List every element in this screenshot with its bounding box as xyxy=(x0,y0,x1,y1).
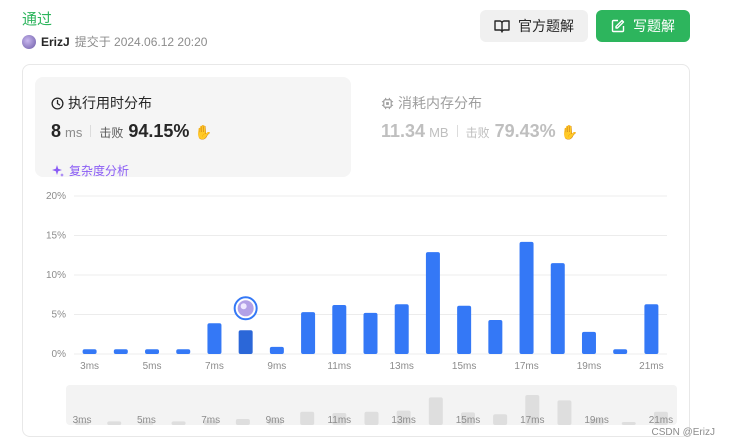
memory-unit: MB xyxy=(429,125,449,140)
runtime-panel[interactable]: 执行用时分布 8 ms 击败 94.15% ✋ 复杂度分析 xyxy=(35,77,351,179)
runtime-distribution-chart[interactable]: 20% 15% 10% 5% 0% 3ms 5ms 7ms 9ms 11ms 13ms 15ms 17m… xyxy=(22,180,677,375)
memory-stats: 11.34 MB 击败 79.43% ✋ xyxy=(381,121,578,142)
mini-bar xyxy=(364,411,379,425)
chart-bar[interactable] xyxy=(488,320,503,354)
clap-icon: ✋ xyxy=(560,124,579,140)
chart-bar[interactable] xyxy=(145,349,160,354)
chart-bar[interactable] xyxy=(207,323,222,354)
mini-tick-label: 9ms xyxy=(266,415,285,425)
chart-bar[interactable] xyxy=(176,349,191,354)
book-icon xyxy=(494,20,510,33)
mini-tick-label: 21ms xyxy=(649,415,673,425)
chip-icon xyxy=(381,97,394,109)
submitted-time: 提交于 2024.06.12 20:20 xyxy=(74,35,208,49)
write-solution-label: 写题解 xyxy=(633,18,675,34)
watermark: CSDN @ErizJ xyxy=(651,427,716,438)
chart-bar[interactable] xyxy=(113,349,128,354)
x-tick-label: 21ms xyxy=(639,361,663,372)
x-tick-label: 5ms xyxy=(143,361,162,372)
chart-bar[interactable] xyxy=(363,312,378,354)
official-solution-button[interactable]: 官方题解 xyxy=(480,10,588,42)
runtime-beats-value: 94.15% xyxy=(128,121,190,141)
y-tick-label: 10% xyxy=(46,270,66,281)
chart-bar[interactable] xyxy=(301,312,316,354)
memory-panel[interactable]: 消耗内存分布 11.34 MB 击败 79.43% ✋ xyxy=(365,77,665,177)
chart-bar[interactable] xyxy=(82,349,97,354)
mini-bar xyxy=(235,419,250,425)
y-tick-label: 5% xyxy=(52,310,67,321)
divider xyxy=(90,125,92,137)
chart-range-slider[interactable]: 3ms 5ms 7ms 9ms 11ms 13ms 15ms 17ms 19ms 21ms xyxy=(66,385,677,425)
mini-tick-label: 11ms xyxy=(327,415,351,425)
chart-bar[interactable] xyxy=(644,304,659,354)
my-submission-marker[interactable] xyxy=(233,296,258,321)
x-tick-label: 7ms xyxy=(205,361,224,372)
sparkle-icon xyxy=(52,164,64,177)
status-text: 通过 xyxy=(22,11,53,28)
runtime-unit: ms xyxy=(65,125,83,140)
memory-title: 消耗内存分布 xyxy=(381,93,482,113)
avatar[interactable] xyxy=(22,34,36,49)
mini-bar xyxy=(428,397,443,425)
complexity-label: 复杂度分析 xyxy=(69,164,130,178)
submission-meta: ErizJ 提交于 2024.06.12 20:20 xyxy=(22,33,207,50)
y-tick-label: 15% xyxy=(46,231,66,242)
clap-icon: ✋ xyxy=(194,124,212,140)
chart-bar[interactable] xyxy=(550,263,565,354)
x-tick-label: 13ms xyxy=(389,361,413,372)
mini-tick-label: 17ms xyxy=(520,415,544,425)
chart-bar[interactable] xyxy=(238,330,253,354)
x-tick-label: 9ms xyxy=(267,361,286,372)
chart-bar[interactable] xyxy=(394,304,409,354)
memory-beats-value: 79.43% xyxy=(494,121,556,141)
mini-bar xyxy=(557,400,572,425)
write-solution-button[interactable]: 写题解 xyxy=(596,10,690,42)
mini-tick-label: 19ms xyxy=(584,415,608,425)
x-tick-label: 11ms xyxy=(327,361,351,372)
chart-bar[interactable] xyxy=(425,252,440,354)
runtime-stats: 8 ms 击败 94.15% ✋ xyxy=(51,121,212,142)
memory-title-label: 消耗内存分布 xyxy=(398,95,482,111)
y-tick-label: 20% xyxy=(46,191,66,202)
mini-tick-label: 7ms xyxy=(201,415,220,425)
x-tick-label: 15ms xyxy=(452,361,476,372)
chart-bar[interactable] xyxy=(581,331,596,354)
mini-bar xyxy=(300,411,315,425)
clock-icon xyxy=(51,96,64,110)
y-tick-label: 0% xyxy=(52,349,67,360)
runtime-title: 执行用时分布 xyxy=(51,93,152,113)
runtime-value: 8 xyxy=(51,121,62,141)
memory-value: 11.34 xyxy=(381,121,426,141)
runtime-beats-label: 击败 xyxy=(99,126,124,140)
x-tick-label: 3ms xyxy=(80,361,99,372)
mini-bar xyxy=(171,421,186,425)
chart-bar[interactable] xyxy=(457,305,472,354)
username[interactable]: ErizJ xyxy=(41,35,70,49)
complexity-analysis-link[interactable]: 复杂度分析 xyxy=(51,162,129,179)
mini-tick-label: 13ms xyxy=(391,415,415,425)
mini-tick-label: 15ms xyxy=(456,415,480,425)
x-tick-label: 19ms xyxy=(577,361,601,372)
chart-bar[interactable] xyxy=(332,305,347,354)
mini-bar xyxy=(107,421,122,425)
chart-bar[interactable] xyxy=(269,346,284,354)
chart-bar[interactable] xyxy=(613,349,628,354)
runtime-title-label: 执行用时分布 xyxy=(68,95,152,111)
mini-tick-label: 3ms xyxy=(73,415,92,425)
divider xyxy=(456,125,458,137)
chart-bar[interactable] xyxy=(519,241,534,354)
edit-icon xyxy=(611,19,625,33)
mini-tick-label: 5ms xyxy=(137,415,156,425)
mini-bar xyxy=(493,414,508,425)
mini-bar xyxy=(621,422,636,425)
official-solution-label: 官方题解 xyxy=(518,18,574,34)
x-tick-label: 17ms xyxy=(514,361,538,372)
memory-beats-label: 击败 xyxy=(465,126,490,140)
